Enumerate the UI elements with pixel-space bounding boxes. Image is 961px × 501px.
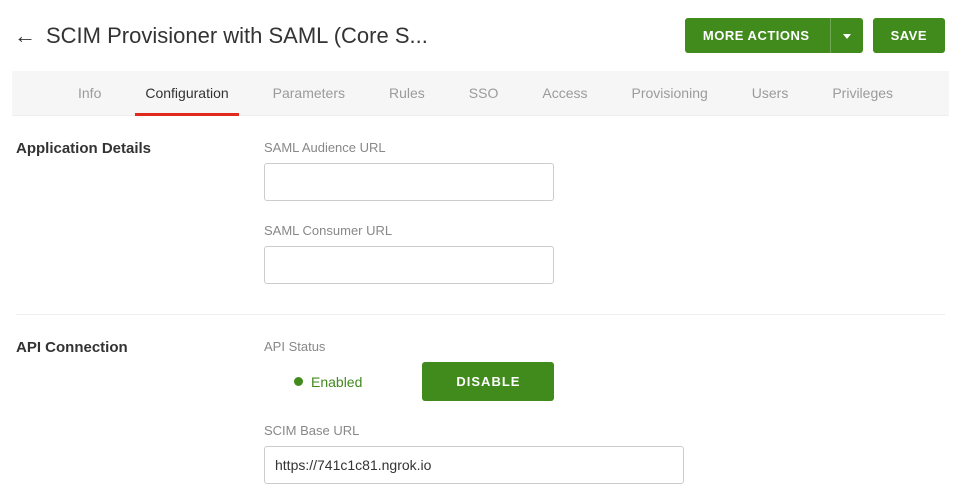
tab-rules[interactable]: Rules bbox=[383, 71, 431, 115]
disable-button[interactable]: DISABLE bbox=[422, 362, 554, 401]
api-status-label: API Status bbox=[264, 339, 945, 354]
page-title: SCIM Provisioner with SAML (Core S... bbox=[46, 23, 428, 49]
more-actions-dropdown-toggle[interactable] bbox=[830, 18, 863, 53]
field-saml-consumer: SAML Consumer URL bbox=[264, 223, 945, 284]
tab-parameters[interactable]: Parameters bbox=[267, 71, 351, 115]
back-arrow-icon[interactable]: ← bbox=[14, 25, 36, 47]
status-enabled: Enabled bbox=[294, 374, 362, 390]
tab-sso[interactable]: SSO bbox=[463, 71, 505, 115]
field-saml-audience: SAML Audience URL bbox=[264, 140, 945, 201]
api-status-row: Enabled DISABLE bbox=[264, 362, 945, 401]
tab-privileges[interactable]: Privileges bbox=[826, 71, 899, 115]
saml-audience-label: SAML Audience URL bbox=[264, 140, 945, 155]
section-api-connection: API Connection API Status Enabled DISABL… bbox=[16, 339, 945, 494]
saml-consumer-input[interactable] bbox=[264, 246, 554, 284]
more-actions-button[interactable]: MORE ACTIONS bbox=[685, 18, 830, 53]
status-dot-icon bbox=[294, 377, 303, 386]
chevron-down-icon bbox=[843, 34, 851, 39]
tab-users[interactable]: Users bbox=[746, 71, 795, 115]
content-area: Application Details SAML Audience URL SA… bbox=[0, 116, 961, 494]
tab-provisioning[interactable]: Provisioning bbox=[626, 71, 714, 115]
field-scim-base-url: SCIM Base URL bbox=[264, 423, 945, 484]
section-body-api-conn: API Status Enabled DISABLE SCIM Base URL bbox=[264, 339, 945, 484]
tab-access[interactable]: Access bbox=[536, 71, 593, 115]
scim-base-url-label: SCIM Base URL bbox=[264, 423, 945, 438]
section-application-details: Application Details SAML Audience URL SA… bbox=[16, 140, 945, 315]
section-body-app-details: SAML Audience URL SAML Consumer URL bbox=[264, 140, 945, 284]
status-enabled-text: Enabled bbox=[311, 374, 362, 390]
saml-audience-input[interactable] bbox=[264, 163, 554, 201]
header-actions: MORE ACTIONS SAVE bbox=[685, 18, 945, 53]
save-button[interactable]: SAVE bbox=[873, 18, 945, 53]
tab-configuration[interactable]: Configuration bbox=[139, 71, 234, 115]
header-left: ← SCIM Provisioner with SAML (Core S... bbox=[14, 23, 428, 49]
tab-bar: Info Configuration Parameters Rules SSO … bbox=[12, 71, 949, 116]
scim-base-url-input[interactable] bbox=[264, 446, 684, 484]
section-title-api-conn: API Connection bbox=[16, 339, 264, 484]
tab-info[interactable]: Info bbox=[72, 71, 107, 115]
section-title-app-details: Application Details bbox=[16, 140, 264, 284]
more-actions-group: MORE ACTIONS bbox=[685, 18, 863, 53]
field-api-status: API Status Enabled DISABLE bbox=[264, 339, 945, 401]
page-header: ← SCIM Provisioner with SAML (Core S... … bbox=[0, 0, 961, 71]
saml-consumer-label: SAML Consumer URL bbox=[264, 223, 945, 238]
